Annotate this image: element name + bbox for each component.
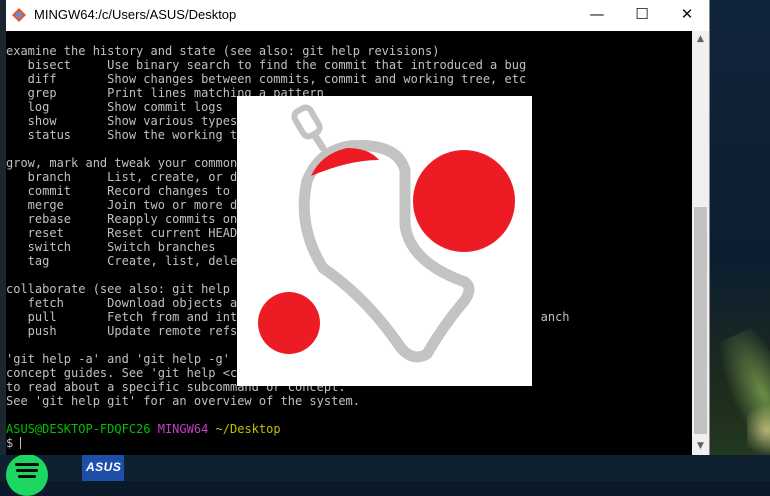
terminal-line: grow, mark and tweak your common [6,156,238,170]
title-bar[interactable]: MINGW64:/c/Users/ASUS/Desktop — ☐ ✕ [0,0,709,31]
terminal-line: merge Join two or more dev [6,198,252,212]
terminal-line: tag Create, list, delete [6,254,252,268]
terminal-line: switch Switch branches [6,240,216,254]
vertical-scrollbar[interactable]: ▲ ▼ [692,31,709,455]
terminal-line: fetch Download objects and [6,296,252,310]
terminal-line: diff Show changes between commits, commi… [6,72,527,86]
terminal-line: log Show commit logs [6,100,223,114]
asus-label: ASUS [86,460,122,474]
text-cursor [20,437,22,449]
window-title: MINGW64:/c/Users/ASUS/Desktop [34,7,237,22]
command-input-line[interactable]: $ [6,436,22,450]
terminal-line: branch List, create, or del [6,170,252,184]
shell-prompt: ASUS@DESKTOP-FDQFC26 MINGW64 ~/Desktop [6,422,281,436]
terminal-line: status Show the working tre [6,128,252,142]
terminal-line: 'git help -a' and 'git help -g' l [6,352,245,366]
terminal-line: reset Reset current HEAD t [6,226,252,240]
prompt-shell: MINGW64 [157,422,209,436]
terminal-line: See 'git help git' for an overview of th… [6,394,361,408]
prompt-path: ~/Desktop [215,422,281,436]
desktop-left-edge [0,0,6,455]
prompt-symbol: $ [6,436,21,450]
terminal-line: rebase Reapply commits on t [6,212,252,226]
terminal-line: concept guides. See 'git help <co [6,366,245,380]
terminal-line: show Show various types of [6,114,259,128]
bell-drawing-image [237,96,532,386]
scroll-down-arrow-icon[interactable]: ▼ [692,438,709,455]
git-bash-icon [12,8,26,22]
terminal-line: push Update remote refs a [6,324,252,338]
scroll-up-arrow-icon[interactable]: ▲ [692,31,709,48]
close-button[interactable]: ✕ [664,0,710,31]
maximize-button[interactable]: ☐ [619,0,665,31]
terminal-line: commit Record changes to th [6,184,252,198]
terminal-line: collaborate (see also: git help w [6,282,245,296]
prompt-user-host: ASUS@DESKTOP-FDQFC26 [6,422,151,436]
terminal-line: examine the history and state (see also:… [6,44,440,58]
desktop-wallpaper [703,0,770,496]
scrollbar-thumb[interactable] [694,207,707,434]
bell-drawing-icon [258,104,515,363]
spotify-icon[interactable] [6,454,48,496]
asus-icon[interactable]: ASUS [82,455,124,481]
minimize-button[interactable]: — [574,0,620,31]
terminal-line: bisect Use binary search to find the com… [6,58,527,72]
